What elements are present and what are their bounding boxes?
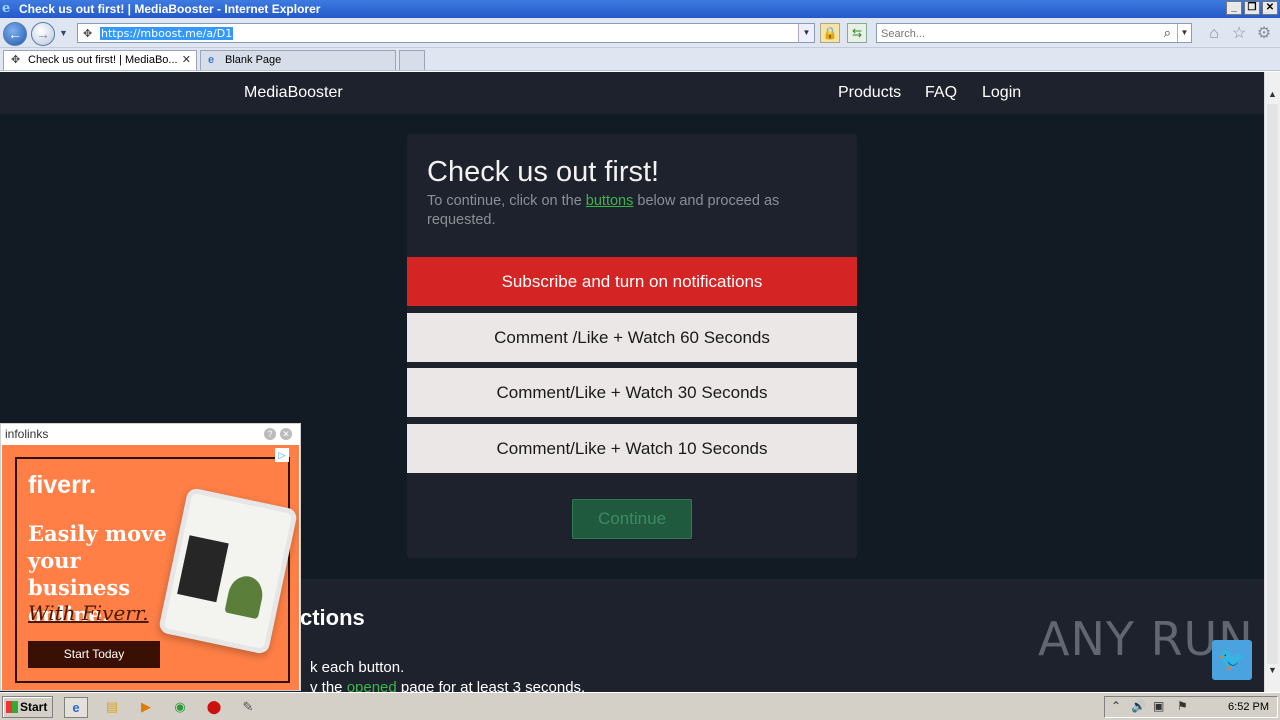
ie-taskbar-icon[interactable]: e — [64, 697, 88, 718]
ad-cta-button[interactable]: Start Today — [28, 641, 160, 668]
nav-login-link[interactable]: Login — [982, 84, 1021, 102]
gear-icon[interactable]: ⚙ — [1255, 25, 1273, 43]
scroll-up-icon[interactable]: ▲ — [1265, 86, 1280, 102]
unlock-card: Check us out first! To continue, click o… — [407, 134, 857, 558]
tab-label: Check us out first! | MediaBo... — [28, 54, 178, 66]
address-dropdown-icon[interactable]: ▼ — [798, 24, 814, 42]
favorites-star-icon[interactable]: ☆ — [1230, 25, 1248, 43]
scroll-thumb[interactable] — [1267, 104, 1278, 664]
ad-tagline: With Fiverr. — [28, 601, 149, 625]
ad-close-icon[interactable]: ✕ — [280, 428, 292, 440]
page-icon: ✥ — [83, 28, 93, 40]
lock-icon[interactable]: 🔒 — [820, 23, 840, 43]
history-dropdown-icon[interactable]: ▼ — [59, 28, 68, 38]
start-label: Start — [20, 700, 48, 714]
site-navbar: MediaBooster Products FAQ Login — [0, 72, 1264, 114]
tab-bar: ✥ Check us out first! | MediaBo... ✕ e B… — [0, 48, 1280, 71]
tab-page-icon: ✥ — [11, 54, 21, 66]
home-icon[interactable]: ⌂ — [1205, 25, 1223, 43]
buttons-link[interactable]: buttons — [586, 193, 634, 209]
chrome-taskbar-icon[interactable]: ◉ — [168, 697, 192, 718]
tab-blank-page[interactable]: e Blank Page — [200, 50, 396, 70]
search-input[interactable] — [877, 25, 1147, 43]
window-title: Check us out first! | MediaBooster - Int… — [19, 2, 321, 16]
refresh-icon[interactable]: ⇆ — [847, 23, 867, 43]
restore-button[interactable]: ❐ — [1244, 1, 1260, 15]
site-brand-link[interactable]: MediaBooster — [244, 84, 343, 102]
forward-button[interactable]: → — [31, 22, 55, 46]
tray-expand-icon[interactable]: ⌃ — [1111, 699, 1121, 713]
subscribe-button[interactable]: Subscribe and turn on notifications — [407, 257, 857, 306]
ad-creative[interactable]: fiverr. Easily move your business online… — [2, 445, 299, 690]
tablet-screen-panel — [177, 535, 229, 603]
continue-button[interactable]: Continue — [572, 499, 692, 539]
instruction-text: v the — [310, 679, 347, 692]
network-icon[interactable]: ▣ — [1153, 699, 1164, 713]
ad-header: infolinks ? ✕ — [1, 424, 300, 444]
start-button[interactable]: Start — [2, 696, 53, 718]
search-icon[interactable]: ⌕ — [1164, 25, 1171, 41]
explorer-taskbar-icon[interactable]: ▤ — [100, 697, 124, 718]
window-title-bar: e Check us out first! | MediaBooster - I… — [0, 0, 1280, 18]
minimize-button[interactable]: _ — [1226, 1, 1242, 15]
watch-30-button[interactable]: Comment/Like + Watch 30 Seconds — [407, 368, 857, 417]
card-subtitle: To continue, click on the buttons below … — [427, 192, 837, 230]
flag-notification-icon[interactable]: ⚑ — [1177, 699, 1188, 713]
ie-logo-icon: e — [2, 1, 11, 16]
search-dropdown-icon[interactable]: ▼ — [1177, 24, 1191, 42]
tab-check-us-out[interactable]: ✥ Check us out first! | MediaBo... ✕ — [3, 50, 197, 70]
instruction-text-end: page for at least 3 seconds. — [396, 679, 586, 692]
volume-icon[interactable]: 🔊 — [1131, 699, 1146, 713]
windows-flag-icon — [6, 701, 18, 713]
window-controls: _ ❐ ✕ — [1226, 1, 1278, 15]
media-player-taskbar-icon[interactable]: ▶ — [134, 697, 158, 718]
ad-provider-label: infolinks — [5, 427, 49, 441]
tab-close-icon[interactable]: ✕ — [182, 51, 191, 70]
twitter-icon[interactable]: 🐦 — [1212, 640, 1252, 680]
nav-faq-link[interactable]: FAQ — [925, 84, 957, 102]
opened-link[interactable]: opened — [347, 679, 397, 692]
close-button[interactable]: ✕ — [1262, 1, 1278, 15]
clock: 6:52 PM — [1228, 701, 1269, 713]
back-button[interactable]: ← — [3, 22, 27, 46]
address-url[interactable]: https://mboost.me/a/D1 — [100, 27, 234, 40]
infolinks-ad[interactable]: infolinks ? ✕ fiverr. Easily move your b… — [0, 423, 301, 691]
instructions-heading: ctions — [300, 605, 365, 630]
opera-taskbar-icon[interactable]: ⬤ — [202, 697, 226, 718]
address-bar[interactable]: ✥ https://mboost.me/a/D1 ▼ — [77, 23, 815, 43]
system-tray: ⌃ 🔊 ▣ ⚑ 6:52 PM — [1104, 696, 1278, 718]
new-tab-button[interactable] — [399, 50, 425, 70]
scroll-down-icon[interactable]: ▼ — [1265, 662, 1280, 678]
plant-image — [224, 573, 266, 620]
vertical-scrollbar[interactable]: ▲ ▼ — [1264, 72, 1280, 692]
taskbar: Start e ▤ ▶ ◉ ⬤ ✎ ⌃ 🔊 ▣ ⚑ 6:52 PM — [0, 692, 1280, 720]
card-title: Check us out first! — [427, 156, 660, 188]
nav-products-link[interactable]: Products — [838, 84, 901, 102]
browser-nav-bar: ← → ▼ ✥ https://mboost.me/a/D1 ▼ 🔒 ⇆ ⌕ ▼… — [0, 18, 1280, 48]
ad-help-icon[interactable]: ? — [264, 428, 276, 440]
instruction-line-1: k each button. — [310, 659, 405, 676]
tab-label: Blank Page — [225, 54, 282, 66]
ie-tab-icon: e — [208, 54, 215, 66]
instruction-line-2: v the opened page for at least 3 seconds… — [310, 679, 585, 692]
app-taskbar-icon[interactable]: ✎ — [236, 697, 260, 718]
watch-10-button[interactable]: Comment/Like + Watch 10 Seconds — [407, 424, 857, 473]
subtitle-text: To continue, click on the — [427, 193, 586, 209]
search-box[interactable]: ⌕ ▼ — [876, 23, 1192, 43]
adchoices-icon[interactable]: ▷ — [275, 448, 289, 462]
fiverr-logo: fiverr. — [28, 471, 97, 499]
watch-60-button[interactable]: Comment /Like + Watch 60 Seconds — [407, 313, 857, 362]
